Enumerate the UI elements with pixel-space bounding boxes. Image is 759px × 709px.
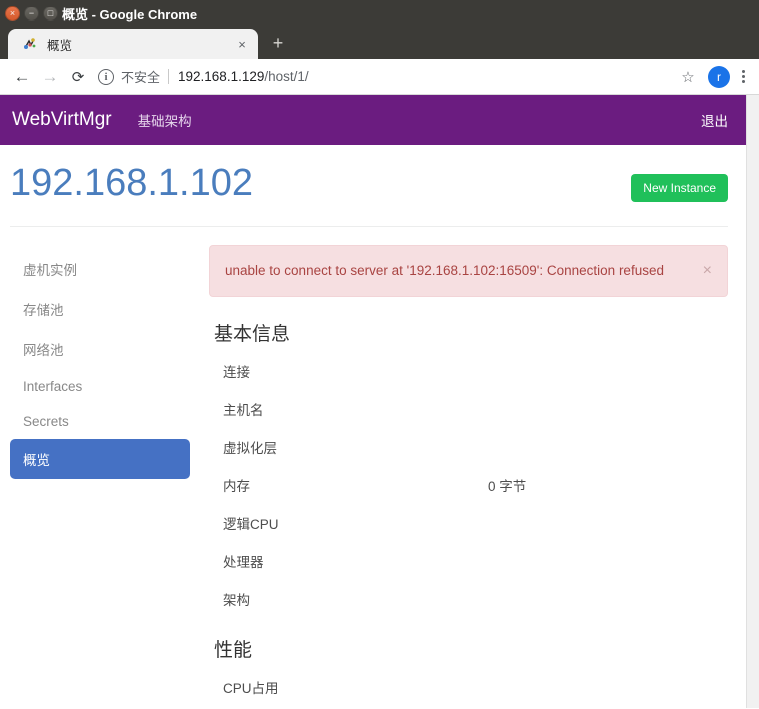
profile-avatar[interactable]: r (708, 65, 730, 88)
sidebar-item-secrets[interactable]: Secrets (10, 404, 190, 439)
page-header-row: 192.168.1.102 New Instance (10, 162, 728, 205)
window-controls: × − □ (5, 5, 58, 21)
sidebar-item-instances[interactable]: 虚机实例 (10, 249, 190, 289)
error-alert-message: unable to connect to server at '192.168.… (225, 263, 664, 279)
window-title: 概览 - Google Chrome (62, 6, 198, 22)
info-row: 逻辑CPU (209, 504, 728, 542)
security-label: 不安全 (121, 70, 161, 85)
sidebar-item-interfaces[interactable]: Interfaces (10, 369, 190, 404)
new-instance-button[interactable]: New Instance (631, 174, 728, 202)
sidebar-item-overview[interactable]: 概览 (10, 438, 190, 479)
info-row: 虚拟化层 (209, 428, 728, 466)
info-value-memory: 0 字节 (488, 478, 527, 494)
info-row: 处理器 (209, 542, 728, 580)
sidebar-item-networks[interactable]: 网络池 (10, 329, 190, 369)
window-titlebar: × − □ 概览 - Google Chrome (0, 0, 759, 26)
page-scrollbar[interactable] (746, 95, 759, 708)
info-label-memory: 内存 (223, 478, 250, 494)
nav-item-logout[interactable]: 退出 (701, 110, 728, 130)
basic-info-title: 基本信息 (214, 323, 291, 345)
close-icon[interactable]: × (693, 262, 712, 280)
omnibox-divider (168, 69, 170, 84)
info-label-architecture: 架构 (223, 592, 250, 608)
info-label-hypervisor: 虚拟化层 (223, 440, 277, 456)
page-viewport: WebVirtMgr 基础架构 退出 192.168.1.102 New Ins… (0, 95, 759, 708)
info-label-processor: 处理器 (223, 554, 264, 570)
browser-tab[interactable]: 概览 × (8, 29, 258, 59)
browser-tabstrip: 概览 × + (0, 26, 759, 59)
sidebar: 虚机实例 存储池 网络池 Interfaces Secrets 概览 (10, 245, 190, 706)
info-label-cpu-usage: CPU占用 (223, 680, 279, 696)
info-label-hostname: 主机名 (223, 402, 264, 418)
url-path: /host/1/ (264, 69, 309, 84)
info-row: 主机名 (209, 390, 728, 428)
address-bar[interactable]: i 不安全 192.168.1.129/host/1/ (98, 63, 670, 91)
window-minimize-icon[interactable]: − (24, 5, 39, 21)
window-close-icon[interactable]: × (5, 5, 20, 21)
browser-menu-icon[interactable] (736, 70, 751, 83)
page-content: 虚机实例 存储池 网络池 Interfaces Secrets 概览 unabl… (0, 227, 746, 706)
info-row: CPU占用 (209, 668, 728, 706)
tab-close-icon[interactable]: × (234, 36, 250, 52)
sidebar-item-storages[interactable]: 存储池 (10, 289, 190, 329)
performance-title: 性能 (214, 639, 253, 661)
bookmark-star-icon[interactable]: ☆ (674, 63, 702, 91)
nav-item-infrastructure[interactable]: 基础架构 (138, 110, 192, 130)
main-panel: unable to connect to server at '192.168.… (190, 244, 728, 706)
forward-icon[interactable]: → (36, 63, 64, 91)
back-icon[interactable]: ← (8, 63, 36, 91)
browser-tab-title: 概览 (47, 38, 73, 53)
favicon-icon (22, 36, 38, 52)
reload-icon[interactable]: ⟳ (64, 63, 92, 91)
info-label-logical-cpu: 逻辑CPU (223, 516, 279, 532)
window-maximize-icon[interactable]: □ (43, 5, 58, 21)
page-header: 192.168.1.102 New Instance (0, 145, 746, 205)
site-info-icon[interactable]: i (98, 68, 114, 85)
new-tab-button[interactable]: + (264, 29, 292, 57)
app-navbar: WebVirtMgr 基础架构 退出 (0, 95, 746, 145)
browser-toolbar: ← → ⟳ i 不安全 192.168.1.129/host/1/ ☆ r (0, 59, 759, 95)
error-alert: unable to connect to server at '192.168.… (209, 244, 728, 297)
app-brand[interactable]: WebVirtMgr (12, 109, 112, 131)
info-row: 内存 0 字节 (209, 466, 728, 504)
info-label-connection: 连接 (223, 364, 250, 380)
page-title: 192.168.1.102 (10, 162, 254, 204)
url-host: 192.168.1.129 (178, 69, 265, 84)
info-row: 连接 (209, 352, 728, 390)
webvirtmgr-page: WebVirtMgr 基础架构 退出 192.168.1.102 New Ins… (0, 95, 746, 708)
info-row: 架构 (209, 580, 728, 618)
